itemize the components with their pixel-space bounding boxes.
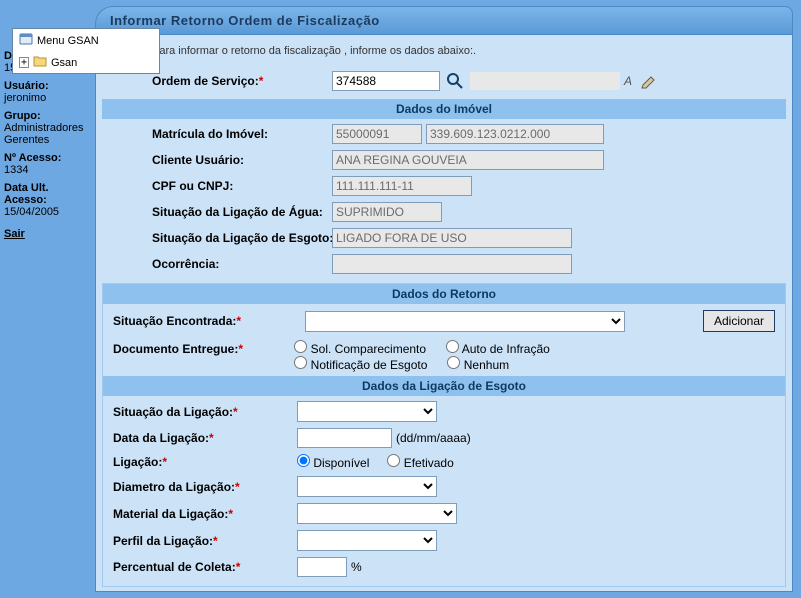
inscricao-value [426,124,604,144]
doc-sol-comparecimento[interactable]: Sol. Comparecimento [294,340,426,356]
folder-icon [33,55,47,70]
os-label: Ordem de Serviço: [152,74,259,88]
os-desc-suffix: A [624,74,632,88]
diametro-label: Diametro da Ligação: [113,480,235,494]
ligacao-disponivel[interactable]: Disponível [297,454,369,470]
percentual-coleta-label: Percentual de Coleta: [113,560,236,574]
grupo-value: Administradores Gerentes [4,122,91,146]
sidebar: Data Atual: 15/04/2005 Usuário: jeronimo… [0,0,95,598]
situacao-encontrada-label: Situação Encontrada: [113,314,236,328]
data-ligacao-label: Data da Ligação: [113,431,209,445]
usuario-value: jeronimo [4,92,91,104]
imovel-section-header: Dados do Imóvel [102,99,786,119]
perfil-label: Perfil da Ligação: [113,534,213,548]
cpf-label: CPF ou CNPJ: [102,179,332,193]
cliente-label: Cliente Usuário: [102,153,332,167]
sit-ligacao-label: Situação da Ligação: [113,405,233,419]
sit-agua-label: Situação da Ligação de Água: [102,205,332,219]
expand-icon[interactable]: + [19,57,29,68]
intro-text: Para informar o retorno da fiscalização … [102,41,786,67]
data-ult-acesso-label: Data Ult. Acesso: [4,182,91,206]
usuario-label: Usuário: [4,80,91,92]
percentual-coleta-input[interactable] [297,557,347,577]
ligacao-efetivado[interactable]: Efetivado [387,454,453,470]
doc-notificacao-esgoto[interactable]: Notificação de Esgoto [294,356,427,372]
data-ligacao-input[interactable] [297,428,392,448]
perfil-select[interactable] [297,530,437,551]
app-icon [19,32,33,49]
material-select[interactable] [297,503,457,524]
sair-link[interactable]: Sair [4,228,25,240]
data-ult-acesso-value: 15/04/2005 [4,206,91,218]
sit-esgoto-label: Situação da Ligação de Esgoto: [102,231,332,245]
diametro-select[interactable] [297,476,437,497]
matricula-label: Matrícula do Imóvel: [102,127,332,141]
menu-root[interactable]: Menu GSAN [13,29,159,52]
os-input[interactable] [332,71,440,91]
cpf-value [332,176,472,196]
adicionar-button[interactable]: Adicionar [703,310,775,332]
n-acesso-value: 1334 [4,164,91,176]
doc-auto-infracao[interactable]: Auto de Infração [446,340,550,356]
situacao-encontrada-select[interactable] [305,311,625,332]
os-desc [470,72,620,90]
material-label: Material da Ligação: [113,507,228,521]
eraser-icon[interactable] [636,70,658,92]
grupo-label: Grupo: [4,110,91,122]
ocorrencia-label: Ocorrência: [102,257,332,271]
documento-entregue-label: Documento Entregue: [113,342,238,356]
search-icon[interactable] [444,70,466,92]
cliente-value [332,150,604,170]
ocorrencia-value [332,254,572,274]
esgoto-section-header: Dados da Ligação de Esgoto [103,376,785,396]
matricula-value [332,124,422,144]
n-acesso-label: Nº Acesso: [4,152,91,164]
sit-ligacao-select[interactable] [297,401,437,422]
percentual-suffix: % [351,560,362,574]
sit-agua-value [332,202,442,222]
data-ligacao-hint: (dd/mm/aaaa) [396,431,471,445]
menu-gsan[interactable]: + Gsan [13,52,159,73]
menu-overlay: Menu GSAN + Gsan [12,28,160,74]
sit-esgoto-value [332,228,572,248]
ligacao-label: Ligação: [113,455,162,469]
page-title: Informar Retorno Ordem de Fiscalização [95,6,793,35]
doc-nenhum[interactable]: Nenhum [447,356,509,372]
retorno-section-header: Dados do Retorno [103,284,785,304]
